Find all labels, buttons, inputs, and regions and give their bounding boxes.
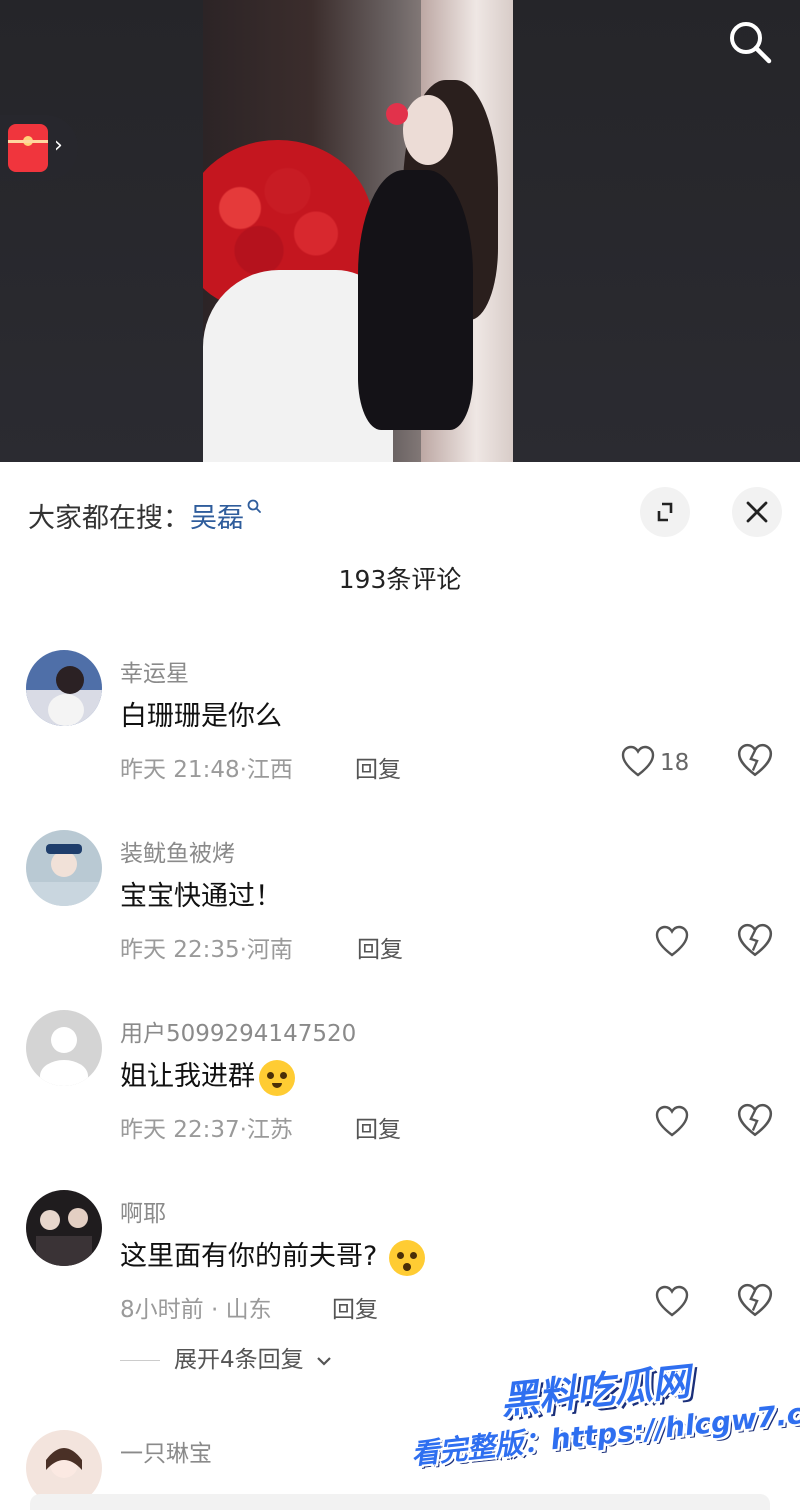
- comment-username[interactable]: 啊耶: [120, 1194, 166, 1228]
- expand-replies-label: 展开4条回复: [174, 1347, 304, 1373]
- like-button[interactable]: [654, 1282, 694, 1322]
- comment-text: 宝宝快通过！: [120, 881, 282, 912]
- hot-search-keyword[interactable]: 吴磊: [190, 503, 244, 534]
- surprised-face-emoji-icon: [389, 1239, 426, 1276]
- like-button[interactable]: [654, 1102, 694, 1142]
- comment-item: 用户5099294147520 姐让我进群 昨天 22:37·江苏 回复: [0, 1010, 800, 1180]
- pleading-face-emoji-icon: [259, 1059, 295, 1096]
- broken-heart-icon: [737, 1283, 773, 1317]
- comment-text: 姐让我进群: [120, 1054, 295, 1096]
- heart-icon: [655, 1285, 689, 1317]
- comment-item: 装鱿鱼被烤 宝宝快通过！ 昨天 22:35·河南 回复: [0, 830, 800, 1000]
- dislike-button[interactable]: [736, 922, 774, 962]
- comment-meta: 昨天 21:48·江西: [120, 757, 293, 783]
- expand-button[interactable]: [640, 487, 690, 537]
- comment-username[interactable]: 一只琳宝: [120, 1434, 212, 1468]
- chevron-down-icon: [317, 1356, 331, 1366]
- broken-heart-icon: [737, 923, 773, 957]
- comment-meta: 昨天 22:37·江苏: [120, 1117, 293, 1143]
- heart-icon: [621, 745, 655, 777]
- reply-button[interactable]: 回复: [332, 1290, 378, 1324]
- red-packet-button[interactable]: ›: [0, 115, 78, 181]
- dislike-button[interactable]: [736, 742, 774, 782]
- expand-replies-button[interactable]: 展开4条回复: [120, 1340, 333, 1374]
- dislike-button[interactable]: [736, 1102, 774, 1142]
- avatar[interactable]: [26, 650, 102, 726]
- video-player[interactable]: ›: [0, 0, 800, 462]
- reply-button[interactable]: 回复: [357, 930, 403, 964]
- comment-username[interactable]: 装鱿鱼被烤: [120, 834, 235, 868]
- expand-icon: [657, 502, 673, 522]
- heart-icon: [655, 1105, 689, 1137]
- comment-text: 白珊珊是你么: [120, 701, 282, 732]
- search-button[interactable]: [726, 18, 774, 66]
- avatar[interactable]: [26, 1010, 102, 1086]
- comment-username[interactable]: 幸运星: [120, 654, 189, 688]
- comment-input-bar[interactable]: [30, 1494, 770, 1510]
- video-frame-image: [203, 0, 513, 462]
- red-packet-icon: [8, 124, 48, 172]
- broken-heart-icon: [737, 1103, 773, 1137]
- like-count: 18: [660, 750, 690, 776]
- like-button[interactable]: 18: [620, 742, 700, 782]
- chevron-right-icon: ›: [54, 133, 63, 158]
- broken-heart-icon: [737, 743, 773, 777]
- divider: [120, 1360, 160, 1361]
- heart-icon: [655, 925, 689, 957]
- comment-text: 这里面有你的前夫哥?: [120, 1234, 426, 1276]
- search-icon: [730, 22, 772, 64]
- comment-item: 啊耶 这里面有你的前夫哥? 8小时前 · 山东 回复: [0, 1190, 800, 1360]
- comment-item: 幸运星 白珊珊是你么 昨天 21:48·江西 回复 18: [0, 650, 800, 820]
- close-button[interactable]: [732, 487, 782, 537]
- comment-count: 193条评论: [338, 565, 462, 594]
- hot-search-prefix: 大家都在搜：: [28, 503, 190, 534]
- hot-search-bar[interactable]: 大家都在搜：吴磊: [28, 496, 262, 535]
- comment-username[interactable]: 用户5099294147520: [120, 1014, 356, 1048]
- comment-meta: 8小时前 · 山东: [120, 1297, 272, 1323]
- avatar[interactable]: [26, 830, 102, 906]
- comment-meta: 昨天 22:35·河南: [120, 937, 293, 963]
- reply-button[interactable]: 回复: [355, 750, 401, 784]
- reply-button[interactable]: 回复: [355, 1110, 401, 1144]
- search-small-icon: [247, 499, 261, 513]
- close-icon: [746, 501, 768, 523]
- dislike-button[interactable]: [736, 1282, 774, 1322]
- like-button[interactable]: [654, 922, 694, 962]
- avatar[interactable]: [26, 1190, 102, 1266]
